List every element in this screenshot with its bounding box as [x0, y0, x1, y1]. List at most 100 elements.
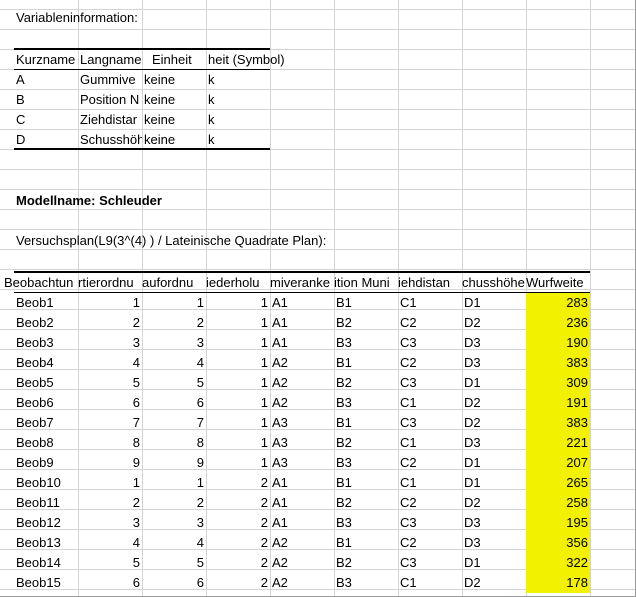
plan-cell[interactable]: D3 — [462, 533, 526, 553]
plan-cell[interactable]: C1 — [398, 293, 462, 313]
plan-header-cell[interactable]: rtierordnu — [78, 273, 142, 293]
plan-cell[interactable]: B2 — [334, 373, 398, 393]
plan-header-cell[interactable]: miveranke — [270, 273, 334, 293]
plan-cell[interactable]: B2 — [334, 433, 398, 453]
wurfweite-cell[interactable]: 191 — [526, 393, 590, 413]
plan-cell[interactable]: 4 — [142, 353, 206, 373]
plan-cell[interactable]: Beob9 — [14, 453, 78, 473]
plan-cell[interactable]: C3 — [398, 553, 462, 573]
plan-cell[interactable]: 3 — [142, 333, 206, 353]
plan-cell[interactable]: C2 — [398, 313, 462, 333]
plan-cell[interactable]: Beob10 — [14, 473, 78, 493]
plan-cell[interactable]: Beob2 — [14, 313, 78, 333]
plan-cell[interactable]: Beob4 — [14, 353, 78, 373]
plan-cell[interactable]: Beob6 — [14, 393, 78, 413]
plan-cell[interactable]: B1 — [334, 293, 398, 313]
plan-cell[interactable]: 2 — [206, 513, 270, 533]
variables-cell[interactable]: k — [206, 130, 270, 150]
plan-header-cell[interactable]: chusshöhe — [462, 273, 526, 293]
plan-cell[interactable]: C3 — [398, 513, 462, 533]
plan-cell[interactable]: D1 — [462, 553, 526, 573]
plan-cell[interactable]: D1 — [462, 373, 526, 393]
plan-cell[interactable]: C2 — [398, 493, 462, 513]
plan-cell[interactable]: D1 — [462, 453, 526, 473]
plan-cell[interactable]: A1 — [270, 333, 334, 353]
wurfweite-cell[interactable]: 258 — [526, 493, 590, 513]
plan-header-cell[interactable]: ition Muni — [334, 273, 398, 293]
wurfweite-cell[interactable]: 383 — [526, 413, 590, 433]
plan-cell[interactable]: D2 — [462, 393, 526, 413]
variables-cell[interactable]: Gummive — [78, 70, 142, 90]
variables-cell[interactable]: keine — [142, 90, 206, 110]
wurfweite-cell[interactable]: 322 — [526, 553, 590, 573]
plan-cell[interactable]: C2 — [398, 453, 462, 473]
plan-cell[interactable]: 1 — [206, 453, 270, 473]
wurfweite-cell[interactable]: 178 — [526, 573, 590, 593]
plan-cell[interactable]: A3 — [270, 453, 334, 473]
plan-cell[interactable]: B3 — [334, 573, 398, 593]
plan-cell[interactable]: 2 — [78, 313, 142, 333]
plan-cell[interactable]: C2 — [398, 353, 462, 373]
plan-cell[interactable]: 4 — [78, 353, 142, 373]
plan-cell[interactable]: A2 — [270, 573, 334, 593]
plan-cell[interactable]: A2 — [270, 533, 334, 553]
plan-cell[interactable]: A1 — [270, 493, 334, 513]
plan-cell[interactable]: 1 — [206, 393, 270, 413]
variables-header-cell[interactable]: Langname — [78, 50, 142, 70]
plan-cell[interactable]: D2 — [462, 313, 526, 333]
plan-cell[interactable]: 8 — [78, 433, 142, 453]
plan-cell[interactable]: D2 — [462, 573, 526, 593]
variables-header-cell[interactable]: heit (Symbol) — [206, 50, 306, 70]
plan-cell[interactable]: B1 — [334, 533, 398, 553]
plan-cell[interactable]: Beob15 — [14, 573, 78, 593]
plan-cell[interactable]: B3 — [334, 333, 398, 353]
plan-cell[interactable]: 1 — [206, 433, 270, 453]
plan-cell[interactable]: Beob5 — [14, 373, 78, 393]
plan-cell[interactable]: 2 — [206, 573, 270, 593]
plan-cell[interactable]: 1 — [206, 313, 270, 333]
plan-cell[interactable]: 9 — [142, 453, 206, 473]
plan-cell[interactable]: 2 — [206, 553, 270, 573]
plan-cell[interactable]: 2 — [142, 313, 206, 333]
variables-cell[interactable]: k — [206, 110, 270, 130]
plan-cell[interactable]: D3 — [462, 433, 526, 453]
variables-cell[interactable]: B — [14, 90, 78, 110]
variables-cell[interactable]: Ziehdistar — [78, 110, 142, 130]
plan-cell[interactable]: A2 — [270, 373, 334, 393]
plan-cell[interactable]: 2 — [78, 493, 142, 513]
plan-cell[interactable]: C3 — [398, 413, 462, 433]
plan-cell[interactable]: D2 — [462, 493, 526, 513]
plan-cell[interactable]: 5 — [78, 373, 142, 393]
wurfweite-cell[interactable]: 383 — [526, 353, 590, 373]
plan-cell[interactable]: A1 — [270, 293, 334, 313]
plan-cell[interactable]: 6 — [142, 393, 206, 413]
plan-cell[interactable]: D1 — [462, 293, 526, 313]
plan-cell[interactable]: 6 — [78, 573, 142, 593]
plan-cell[interactable]: B2 — [334, 493, 398, 513]
plan-header-cell[interactable]: aufordnu — [142, 273, 206, 293]
variables-header-cell[interactable]: Kurzname — [14, 50, 78, 70]
plan-cell[interactable]: B1 — [334, 473, 398, 493]
plan-cell[interactable]: D1 — [462, 473, 526, 493]
plan-cell[interactable]: A2 — [270, 393, 334, 413]
plan-cell[interactable]: C1 — [398, 393, 462, 413]
variables-cell[interactable]: keine — [142, 110, 206, 130]
plan-cell[interactable]: 2 — [206, 473, 270, 493]
wurfweite-cell[interactable]: 309 — [526, 373, 590, 393]
plan-cell[interactable]: D3 — [462, 353, 526, 373]
plan-cell[interactable]: 1 — [206, 333, 270, 353]
model-name-label[interactable]: Modellname: Schleuder — [14, 191, 414, 211]
plan-cell[interactable]: 4 — [78, 533, 142, 553]
variables-cell[interactable]: keine — [142, 130, 206, 150]
plan-cell[interactable]: Beob14 — [14, 553, 78, 573]
plan-cell[interactable]: A1 — [270, 313, 334, 333]
plan-cell[interactable]: 1 — [78, 293, 142, 313]
wurfweite-cell[interactable]: 195 — [526, 513, 590, 533]
plan-cell[interactable]: Beob12 — [14, 513, 78, 533]
variables-header-cell[interactable]: Einheit — [142, 50, 206, 70]
plan-cell[interactable]: B1 — [334, 353, 398, 373]
plan-cell[interactable]: A2 — [270, 353, 334, 373]
plan-cell[interactable]: A3 — [270, 413, 334, 433]
plan-header-cell[interactable]: iehdistan — [398, 273, 462, 293]
wurfweite-cell[interactable]: 190 — [526, 333, 590, 353]
